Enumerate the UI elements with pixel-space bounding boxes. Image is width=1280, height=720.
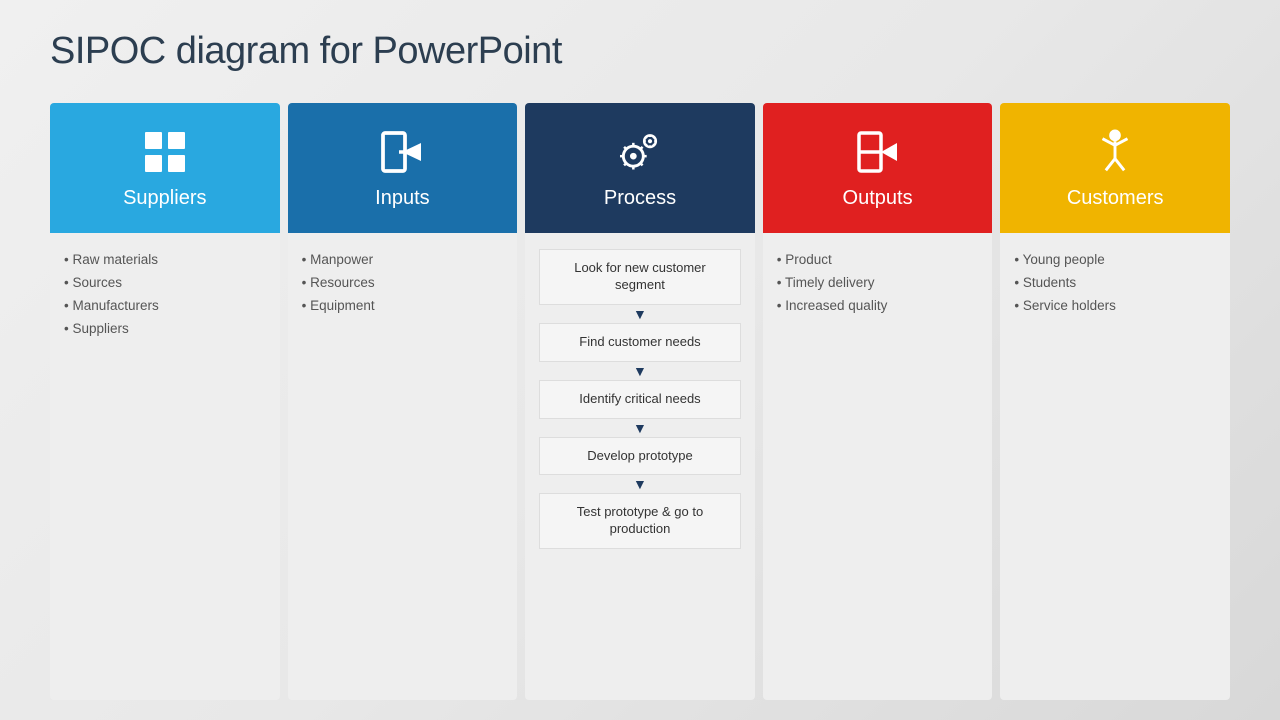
list-item: • Resources [302,272,504,295]
suppliers-label: Suppliers [123,187,206,210]
column-process: Process Look for new customer segment ▼ … [525,103,755,700]
column-outputs: Outputs • Product • Timely delivery • In… [763,103,993,700]
customers-header: Customers [1000,103,1230,233]
list-item: • Product [777,249,979,272]
list-item: • Service holders [1014,295,1216,318]
process-step-4: Develop prototype [539,437,741,476]
column-inputs: Inputs • Manpower • Resources • Equipmen… [288,103,518,700]
sipoc-diagram: Suppliers • Raw materials • Sources • Ma… [50,103,1230,700]
list-item: • Suppliers [64,318,266,341]
process-arrow-2: ▼ [539,362,741,380]
process-arrow-4: ▼ [539,475,741,493]
inputs-body: • Manpower • Resources • Equipment [288,233,518,700]
suppliers-body: • Raw materials • Sources • Manufacturer… [50,233,280,700]
process-arrow-3: ▼ [539,419,741,437]
customers-icon [1090,127,1140,177]
list-item: • Raw materials [64,249,266,272]
process-body: Look for new customer segment ▼ Find cus… [525,233,755,700]
process-label: Process [604,187,676,210]
customers-body: • Young people • Students • Service hold… [1000,233,1230,700]
process-header: Process [525,103,755,233]
column-suppliers: Suppliers • Raw materials • Sources • Ma… [50,103,280,700]
list-item: • Equipment [302,295,504,318]
list-item: • Timely delivery [777,272,979,295]
process-step-1: Look for new customer segment [539,249,741,305]
customers-label: Customers [1067,187,1164,210]
page-container: SIPOC diagram for PowerPoint Suppliers •… [0,0,1280,720]
list-item: • Manufacturers [64,295,266,318]
process-steps: Look for new customer segment ▼ Find cus… [539,249,741,549]
outputs-header: Outputs [763,103,993,233]
outputs-body: • Product • Timely delivery • Increased … [763,233,993,700]
outputs-icon [853,127,903,177]
suppliers-header: Suppliers [50,103,280,233]
process-icon [615,127,665,177]
process-step-2: Find customer needs [539,323,741,362]
outputs-label: Outputs [843,187,913,210]
page-title: SIPOC diagram for PowerPoint [50,30,1230,73]
process-step-5: Test prototype & go to production [539,493,741,549]
list-item: • Students [1014,272,1216,295]
process-arrow-1: ▼ [539,305,741,323]
list-item: • Manpower [302,249,504,272]
column-customers: Customers • Young people • Students • Se… [1000,103,1230,700]
inputs-icon [377,127,427,177]
inputs-label: Inputs [375,187,429,210]
suppliers-icon [140,127,190,177]
list-item: • Sources [64,272,266,295]
list-item: • Young people [1014,249,1216,272]
process-step-3: Identify critical needs [539,380,741,419]
inputs-header: Inputs [288,103,518,233]
list-item: • Increased quality [777,295,979,318]
